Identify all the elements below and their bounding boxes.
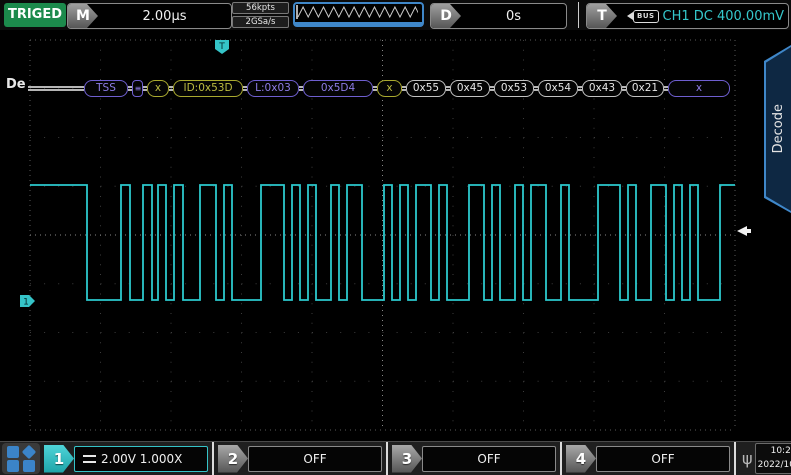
timebase-control[interactable]: M 2.00µs [67, 3, 232, 29]
decode-menu-tab[interactable]: Decode [764, 45, 791, 213]
channel-separator [386, 442, 388, 475]
channel-1-group[interactable]: 12.00V 1.000X [44, 445, 208, 473]
decode-bubble-tss: TSS [84, 80, 128, 97]
decode-bubbles: TSS≡xID:0x53DL:0x030x5D4x0x550x450x530x5… [84, 80, 730, 97]
decode-bubble-data: 0x21 [626, 80, 664, 97]
usb-icon: ψ [742, 449, 753, 468]
channel-2-group[interactable]: 2OFF [218, 445, 382, 473]
bus-arrow-icon [623, 12, 633, 20]
preview-zigzag [295, 4, 418, 20]
decode-bubble-data: 0x55 [406, 80, 446, 97]
channel-2-badge: 2 [218, 445, 248, 473]
decode-bubble-data: 0x43 [582, 80, 622, 97]
delay-value: 0s [461, 9, 566, 24]
decode-bubble-x: x [377, 80, 402, 97]
channel-2-value: OFF [248, 446, 382, 472]
top-status-bar: TRIGED M 2.00µs 56kpts 2GSa/s D 0s T BUS… [0, 0, 791, 30]
waveform-display-area: T 1 De TSS≡xID:0x53DL:0x030x5D4x0x550x45… [0, 30, 791, 441]
date-value: 2022/10/20 [756, 458, 791, 472]
channel1-level-marker[interactable]: 1 [20, 295, 35, 308]
trigger-control[interactable]: T BUS CH1 DC 400.00mV [586, 3, 789, 29]
svg-text:1: 1 [23, 298, 29, 308]
timebase-value: 2.00µs [98, 9, 231, 24]
channel-4-value: OFF [596, 446, 730, 472]
delay-control[interactable]: D 0s [430, 3, 567, 29]
channel-1-badge: 1 [44, 445, 74, 473]
time-value: 10:23 [756, 444, 791, 458]
decode-bubble-header-crc: 0x5D4 [303, 80, 373, 97]
channel-separator [560, 442, 562, 475]
decode-bubble-data: 0x45 [450, 80, 490, 97]
decode-bubble-fss: ≡ [132, 80, 143, 97]
acquisition-info: 56kpts 2GSa/s [232, 2, 289, 28]
decode-results-row: TSS≡xID:0x53DL:0x030x5D4x0x550x450x530x5… [28, 79, 730, 97]
clock-box: 10:23 2022/10/20 [755, 443, 791, 474]
channel-groups: 12.00V 1.000X2OFF3OFF4OFF [44, 442, 740, 475]
trigger-label: T [587, 4, 617, 28]
decode-row-label: De [6, 77, 26, 92]
decode-idle-line [28, 86, 84, 91]
memory-depth: 56kpts [232, 2, 289, 14]
menu-app-icon[interactable] [2, 443, 40, 474]
decode-bubble-length: L:0x03 [247, 80, 299, 97]
bus-icon: BUS [623, 10, 659, 23]
decode-bubble-id: ID:0x53D [173, 80, 243, 97]
waveform-preview-window[interactable] [293, 2, 424, 27]
decode-bubble-data: 0x53 [494, 80, 534, 97]
sample-rate: 2GSa/s [232, 16, 289, 28]
svg-text:T: T [218, 42, 225, 52]
decode-bubble-crc: x [668, 80, 730, 97]
channel1-waveform-trace [30, 185, 735, 300]
channel-4-badge: 4 [566, 445, 596, 473]
channel-1-value: 2.00V 1.000X [74, 446, 208, 472]
channel-separator [734, 442, 736, 475]
trigger-position-marker[interactable]: T [215, 40, 229, 54]
trigger-source-value: CH1 DC 400.00mV [659, 9, 788, 24]
delay-label: D [431, 4, 461, 28]
decode-bubble-x: x [147, 80, 169, 97]
trigger-status-badge: TRIGED [4, 3, 66, 27]
decode-bubble-data: 0x54 [538, 80, 578, 97]
trigger-level-marker[interactable] [737, 226, 751, 236]
channel-3-value: OFF [422, 446, 556, 472]
channel-separator [212, 442, 214, 475]
bottom-channel-bar: 12.00V 1.000X2OFF3OFF4OFF ψ 10:23 2022/1… [0, 441, 791, 475]
topbar-separator [578, 2, 579, 28]
oscilloscope-screen: { "top_bar": { "trigger_status": "TRIGED… [0, 0, 791, 475]
timebase-label: M [68, 4, 98, 28]
dc-coupling-icon [83, 455, 96, 463]
channel-3-group[interactable]: 3OFF [392, 445, 556, 473]
channel-4-group[interactable]: 4OFF [566, 445, 730, 473]
channel-3-badge: 3 [392, 445, 422, 473]
